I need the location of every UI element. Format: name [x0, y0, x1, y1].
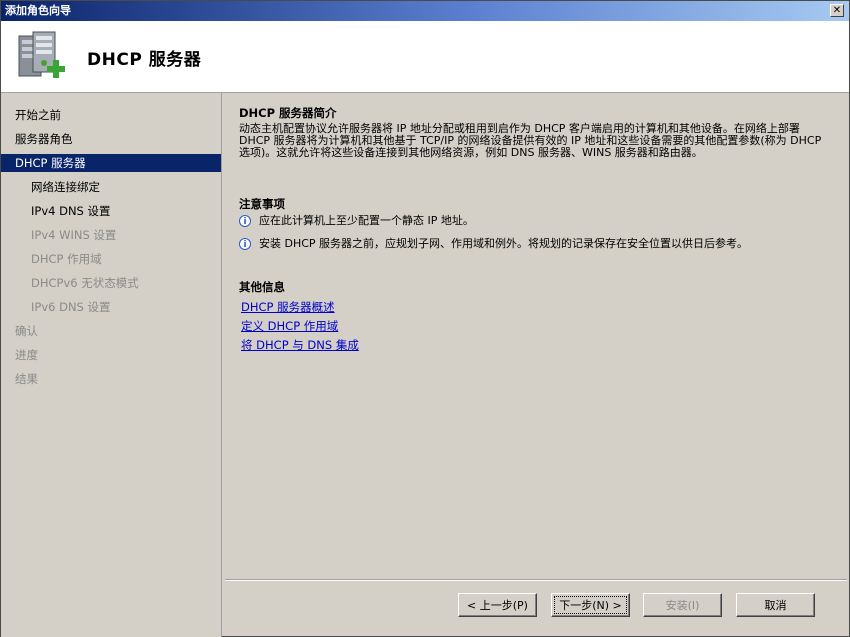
intro-heading: DHCP 服务器简介 [239, 106, 337, 120]
button-separator [225, 579, 847, 581]
page-title: DHCP 服务器 [87, 50, 202, 70]
title-bar: 添加角色向导 ✕ [1, 1, 849, 21]
previous-button[interactable]: < 上一步(P) [458, 593, 537, 617]
wizard-step-list: 开始之前 服务器角色 DHCP 服务器 网络连接绑定 IPv4 DNS 设置 I… [1, 93, 222, 637]
nav-item-network-binding[interactable]: 网络连接绑定 [1, 178, 221, 196]
info-icon: i [239, 238, 251, 250]
nav-item-ipv4-dns[interactable]: IPv4 DNS 设置 [1, 202, 221, 220]
wizard-header: DHCP 服务器 [1, 21, 849, 93]
nav-item-before-you-begin[interactable]: 开始之前 [1, 106, 221, 124]
link-dhcp-dns-integration[interactable]: 将 DHCP 与 DNS 集成 [241, 337, 359, 353]
link-dhcp-overview[interactable]: DHCP 服务器概述 [241, 299, 335, 315]
note-text: 应在此计算机上至少配置一个静态 IP 地址。 [259, 214, 474, 227]
note-text: 安装 DHCP 服务器之前，应规划子网、作用域和例外。将规划的记录保存在安全位置… [259, 237, 749, 250]
close-button[interactable]: ✕ [830, 4, 844, 17]
add-roles-wizard-window: 添加角色向导 ✕ DHCP 服务器 开始之前 服务器角色 DHCP 服务器 网络… [0, 0, 850, 637]
more-info-heading: 其他信息 [239, 280, 285, 294]
intro-text: 动态主机配置协议允许服务器将 IP 地址分配或租用到启作为 DHCP 客户端启用… [239, 122, 822, 159]
nav-item-ipv4-wins: IPv4 WINS 设置 [31, 228, 117, 242]
nav-item-results: 结果 [15, 372, 38, 386]
cancel-button[interactable]: 取消 [736, 593, 815, 617]
install-button: 安装(I) [643, 593, 722, 617]
link-define-scopes[interactable]: 定义 DHCP 作用域 [241, 318, 338, 334]
notes-heading: 注意事项 [239, 197, 285, 211]
dhcp-server-icon [18, 31, 65, 78]
content-pane: DHCP 服务器简介 动态主机配置协议允许服务器将 IP 地址分配或租用到启作为… [225, 93, 849, 583]
nav-item-server-roles[interactable]: 服务器角色 [1, 130, 221, 148]
window-title: 添加角色向导 [5, 4, 71, 17]
nav-item-dhcpv6-stateless: DHCPv6 无状态模式 [31, 276, 139, 290]
nav-item-dhcp-server[interactable]: DHCP 服务器 [1, 154, 221, 172]
info-icon: i [239, 215, 251, 227]
nav-item-confirmation: 确认 [15, 324, 38, 338]
next-button[interactable]: 下一步(N) > [551, 593, 630, 617]
close-icon: ✕ [832, 5, 842, 16]
nav-item-dhcp-scopes: DHCP 作用域 [31, 252, 102, 266]
nav-item-progress: 进度 [15, 348, 38, 362]
nav-item-ipv6-dns: IPv6 DNS 设置 [31, 300, 111, 314]
